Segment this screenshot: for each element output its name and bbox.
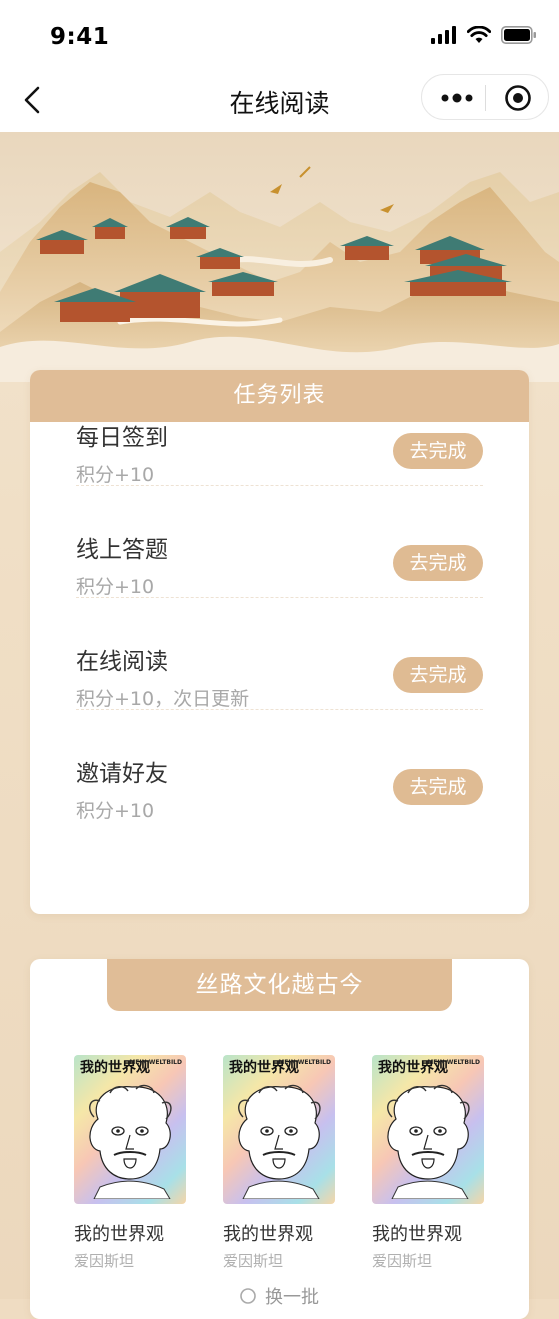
wifi-icon — [467, 26, 491, 43]
task-item-online-quiz: 线上答题 积分+10 去完成 — [76, 486, 483, 598]
book-title: 我的世界观 — [372, 1224, 462, 1245]
task-complete-button[interactable]: 去完成 — [393, 433, 483, 469]
task-complete-button[interactable]: 去完成 — [393, 769, 483, 805]
book-section-header: 丝路文化越古今 — [107, 959, 452, 1011]
book-cover-subtitle: MEIN WELTBILD — [129, 1059, 182, 1066]
task-complete-button[interactable]: 去完成 — [393, 657, 483, 693]
navigation-bar: 在线阅读 — [0, 70, 559, 132]
einstein-portrait-icon — [238, 1084, 321, 1199]
task-reward: 积分+10 — [76, 576, 155, 598]
task-title: 每日签到 — [76, 425, 168, 451]
book-item[interactable]: 我的世界观 MEIN WELTBILD 我的世界观 爱因斯坦 — [372, 1055, 486, 1271]
refresh-icon — [240, 1288, 256, 1304]
task-item-daily-checkin: 每日签到 积分+10 去完成 — [76, 374, 483, 486]
book-title: 我的世界观 — [223, 1224, 313, 1245]
book-title: 我的世界观 — [74, 1224, 164, 1245]
einstein-portrait-icon — [89, 1084, 172, 1199]
book-cover: 我的世界观 MEIN WELTBILD — [74, 1055, 186, 1204]
book-cover-subtitle: MEIN WELTBILD — [278, 1059, 331, 1066]
hero-banner-illustration — [0, 132, 559, 382]
task-title: 邀请好友 — [76, 761, 168, 787]
capsule-divider — [485, 85, 486, 111]
book-author: 爱因斯坦 — [372, 1252, 433, 1270]
task-item-online-reading: 在线阅读 积分+10，次日更新 去完成 — [76, 598, 483, 710]
task-list: 每日签到 积分+10 去完成 线上答题 积分+10 去完成 在线阅读 积分+10… — [30, 374, 529, 822]
status-icons — [431, 26, 537, 44]
status-time: 9:41 — [50, 24, 110, 50]
book-cover-subtitle: MEIN WELTBILD — [427, 1059, 480, 1066]
einstein-portrait-icon — [387, 1084, 470, 1199]
book-cover: 我的世界观 MEIN WELTBILD — [223, 1055, 335, 1204]
mini-program-capsule — [421, 74, 549, 120]
task-reward: 积分+10 — [76, 800, 155, 822]
book-item[interactable]: 我的世界观 MEIN WELTBILD 我的世界观 爱因斯坦 — [223, 1055, 337, 1271]
book-recommendation-card: 丝路文化越古今 我的世界观 MEIN WELTBILD 我的世界观 爱因斯坦 我… — [30, 959, 529, 1319]
signal-icon — [431, 26, 456, 44]
battery-icon — [501, 26, 536, 44]
more-options-icon[interactable] — [440, 89, 474, 107]
book-author: 爱因斯坦 — [223, 1252, 284, 1270]
task-title: 在线阅读 — [76, 649, 168, 675]
task-title: 线上答题 — [76, 537, 168, 563]
close-miniprogram-icon[interactable] — [504, 84, 532, 112]
refresh-label: 换一批 — [265, 1287, 319, 1308]
task-complete-button[interactable]: 去完成 — [393, 545, 483, 581]
book-author: 爱因斯坦 — [74, 1252, 135, 1270]
book-cover: 我的世界观 MEIN WELTBILD — [372, 1055, 484, 1204]
task-reward: 积分+10，次日更新 — [76, 688, 250, 710]
task-item-invite-friends: 邀请好友 积分+10 去完成 — [76, 710, 483, 822]
status-bar: 9:41 — [0, 0, 559, 70]
book-item[interactable]: 我的世界观 MEIN WELTBILD 我的世界观 爱因斯坦 — [74, 1055, 188, 1271]
task-list-card: 任务列表 每日签到 积分+10 去完成 线上答题 积分+10 去完成 在线阅读 … — [30, 370, 529, 914]
refresh-batch-button[interactable]: 换一批 — [239, 1283, 319, 1309]
task-reward: 积分+10 — [76, 464, 155, 486]
